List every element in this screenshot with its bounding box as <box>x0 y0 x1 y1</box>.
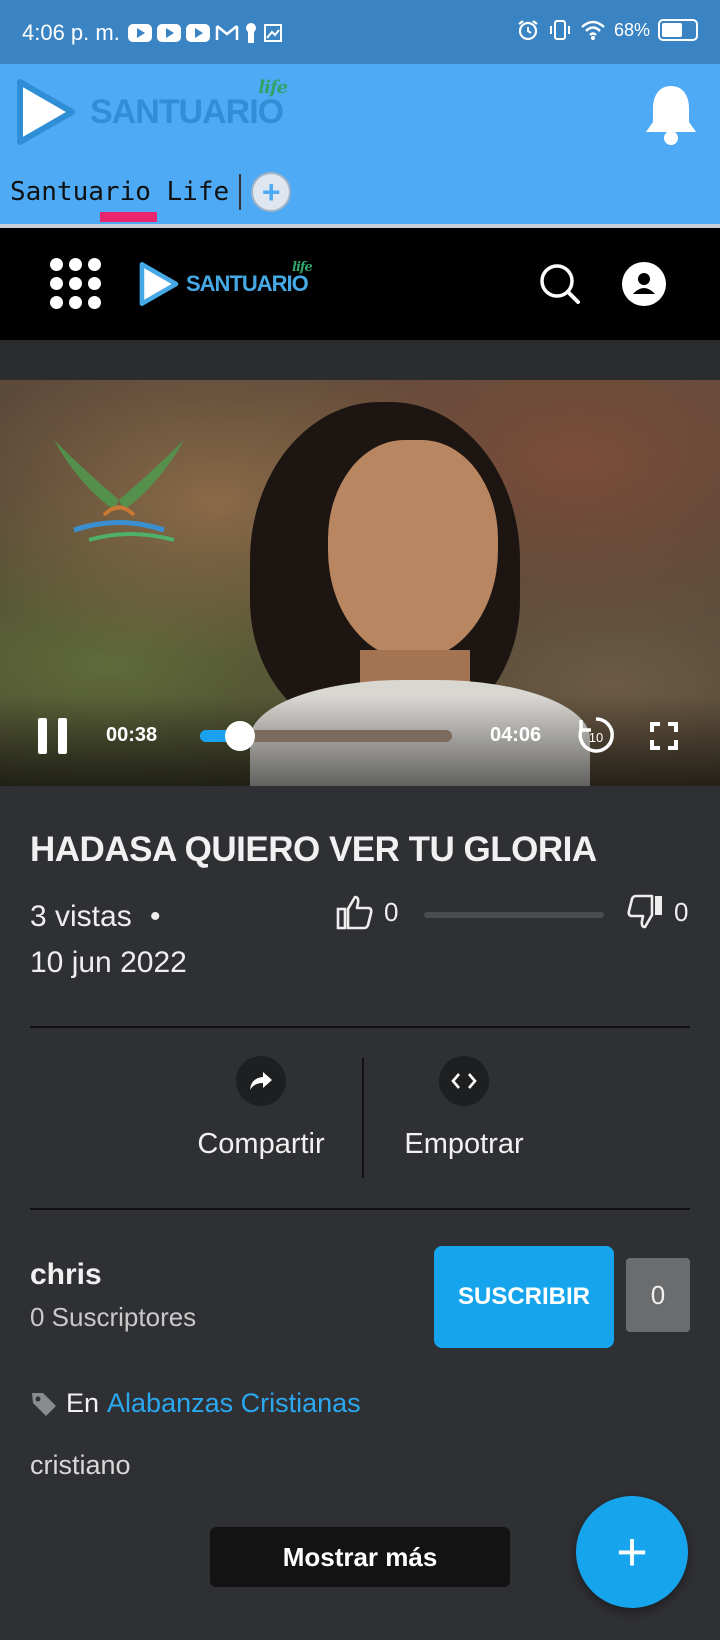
share-button[interactable]: Compartir <box>186 1056 336 1161</box>
app-logo[interactable]: SANTUARIO life <box>14 76 288 148</box>
brand-tagline: life <box>258 76 288 98</box>
pause-icon[interactable] <box>38 718 68 754</box>
svg-text:10: 10 <box>589 730 603 745</box>
site-brand-name: SANTUARIO life <box>186 260 313 296</box>
rating-bar <box>424 912 604 918</box>
fullscreen-icon[interactable] <box>650 722 678 750</box>
action-divider <box>362 1058 364 1178</box>
divider <box>30 1026 690 1028</box>
video-watermark-logo <box>54 440 184 542</box>
view-count: 3 vistas <box>30 900 132 933</box>
meta-separator: • <box>150 900 161 933</box>
active-tab-indicator <box>100 212 157 222</box>
alarm-icon <box>518 20 538 41</box>
status-bar: 4:06 p. m. 68% <box>0 0 720 64</box>
add-tab-button[interactable]: + <box>251 172 292 212</box>
publish-date: 10 jun 2022 <box>30 946 187 979</box>
video-player[interactable]: 00:38 04:06 10 <box>0 380 720 786</box>
code-icon <box>439 1056 489 1106</box>
dislike-button[interactable]: 0 <box>626 894 688 930</box>
like-button[interactable]: 0 <box>336 894 398 930</box>
video-tag[interactable]: cristiano <box>30 1450 131 1481</box>
category-link[interactable]: Alabanzas Cristianas <box>107 1388 361 1419</box>
site-brand-tagline: life <box>292 260 313 275</box>
add-fab-button[interactable]: + <box>576 1496 688 1608</box>
status-time: 4:06 p. m. <box>22 20 120 45</box>
subscriber-count: 0 Suscriptores <box>30 1302 197 1332</box>
app-header: SANTUARIO life Santuario Life + <box>0 64 720 224</box>
play-logo-icon <box>17 79 75 145</box>
search-icon[interactable] <box>538 262 582 306</box>
video-frame-face <box>328 440 498 660</box>
apps-grid-icon[interactable] <box>50 258 101 309</box>
user-account-icon[interactable] <box>622 262 666 306</box>
tab-strip: Santuario Life + <box>10 172 292 212</box>
subscribe-count-badge: 0 <box>626 1258 690 1332</box>
category-prefix: En <box>66 1388 100 1418</box>
embed-button[interactable]: Empotrar <box>394 1056 534 1161</box>
tab-santuario-life[interactable]: Santuario Life <box>10 177 229 207</box>
show-more-button[interactable]: Mostrar más <box>210 1527 510 1587</box>
channel-name[interactable]: chris <box>30 1258 102 1292</box>
thumbs-up-icon <box>336 895 373 930</box>
keyhole-icon <box>246 23 256 43</box>
notification-icons <box>128 22 283 44</box>
system-icons: 68% <box>516 18 698 42</box>
subscribe-button[interactable]: SUSCRIBIR <box>434 1246 614 1348</box>
battery-percent: 68% <box>613 19 650 40</box>
tag-icon <box>32 1392 56 1416</box>
share-icon <box>236 1056 286 1106</box>
current-time: 00:38 <box>106 724 158 746</box>
category-row: En Alabanzas Cristianas <box>30 1388 361 1419</box>
spacer <box>0 340 720 380</box>
share-label: Compartir <box>197 1128 325 1160</box>
brand-name: SANTUARIO life <box>90 76 288 131</box>
image-icon <box>264 24 282 42</box>
wifi-icon <box>581 20 605 40</box>
video-title: HADASA QUIERO VER TU GLORIA <box>30 830 597 869</box>
total-time: 04:06 <box>490 724 542 746</box>
divider <box>30 1208 690 1210</box>
site-nav: SANTUARIO life <box>0 228 720 340</box>
youtube-icon <box>157 24 181 42</box>
like-count: 0 <box>384 896 399 927</box>
dislike-count: 0 <box>674 896 689 927</box>
progress-slider[interactable] <box>200 721 452 751</box>
gmail-icon <box>215 25 239 40</box>
youtube-icon <box>128 24 152 42</box>
bell-icon[interactable] <box>642 82 700 146</box>
play-logo-icon <box>139 262 179 306</box>
youtube-icon <box>186 24 210 42</box>
vibrate-icon <box>549 20 570 40</box>
thumbs-down-icon <box>627 894 662 929</box>
rewind-10-icon[interactable]: 10 <box>574 713 618 757</box>
embed-label: Empotrar <box>404 1128 524 1160</box>
site-logo[interactable]: SANTUARIO life <box>138 260 313 308</box>
tab-separator <box>239 174 242 210</box>
battery-icon <box>658 19 698 41</box>
